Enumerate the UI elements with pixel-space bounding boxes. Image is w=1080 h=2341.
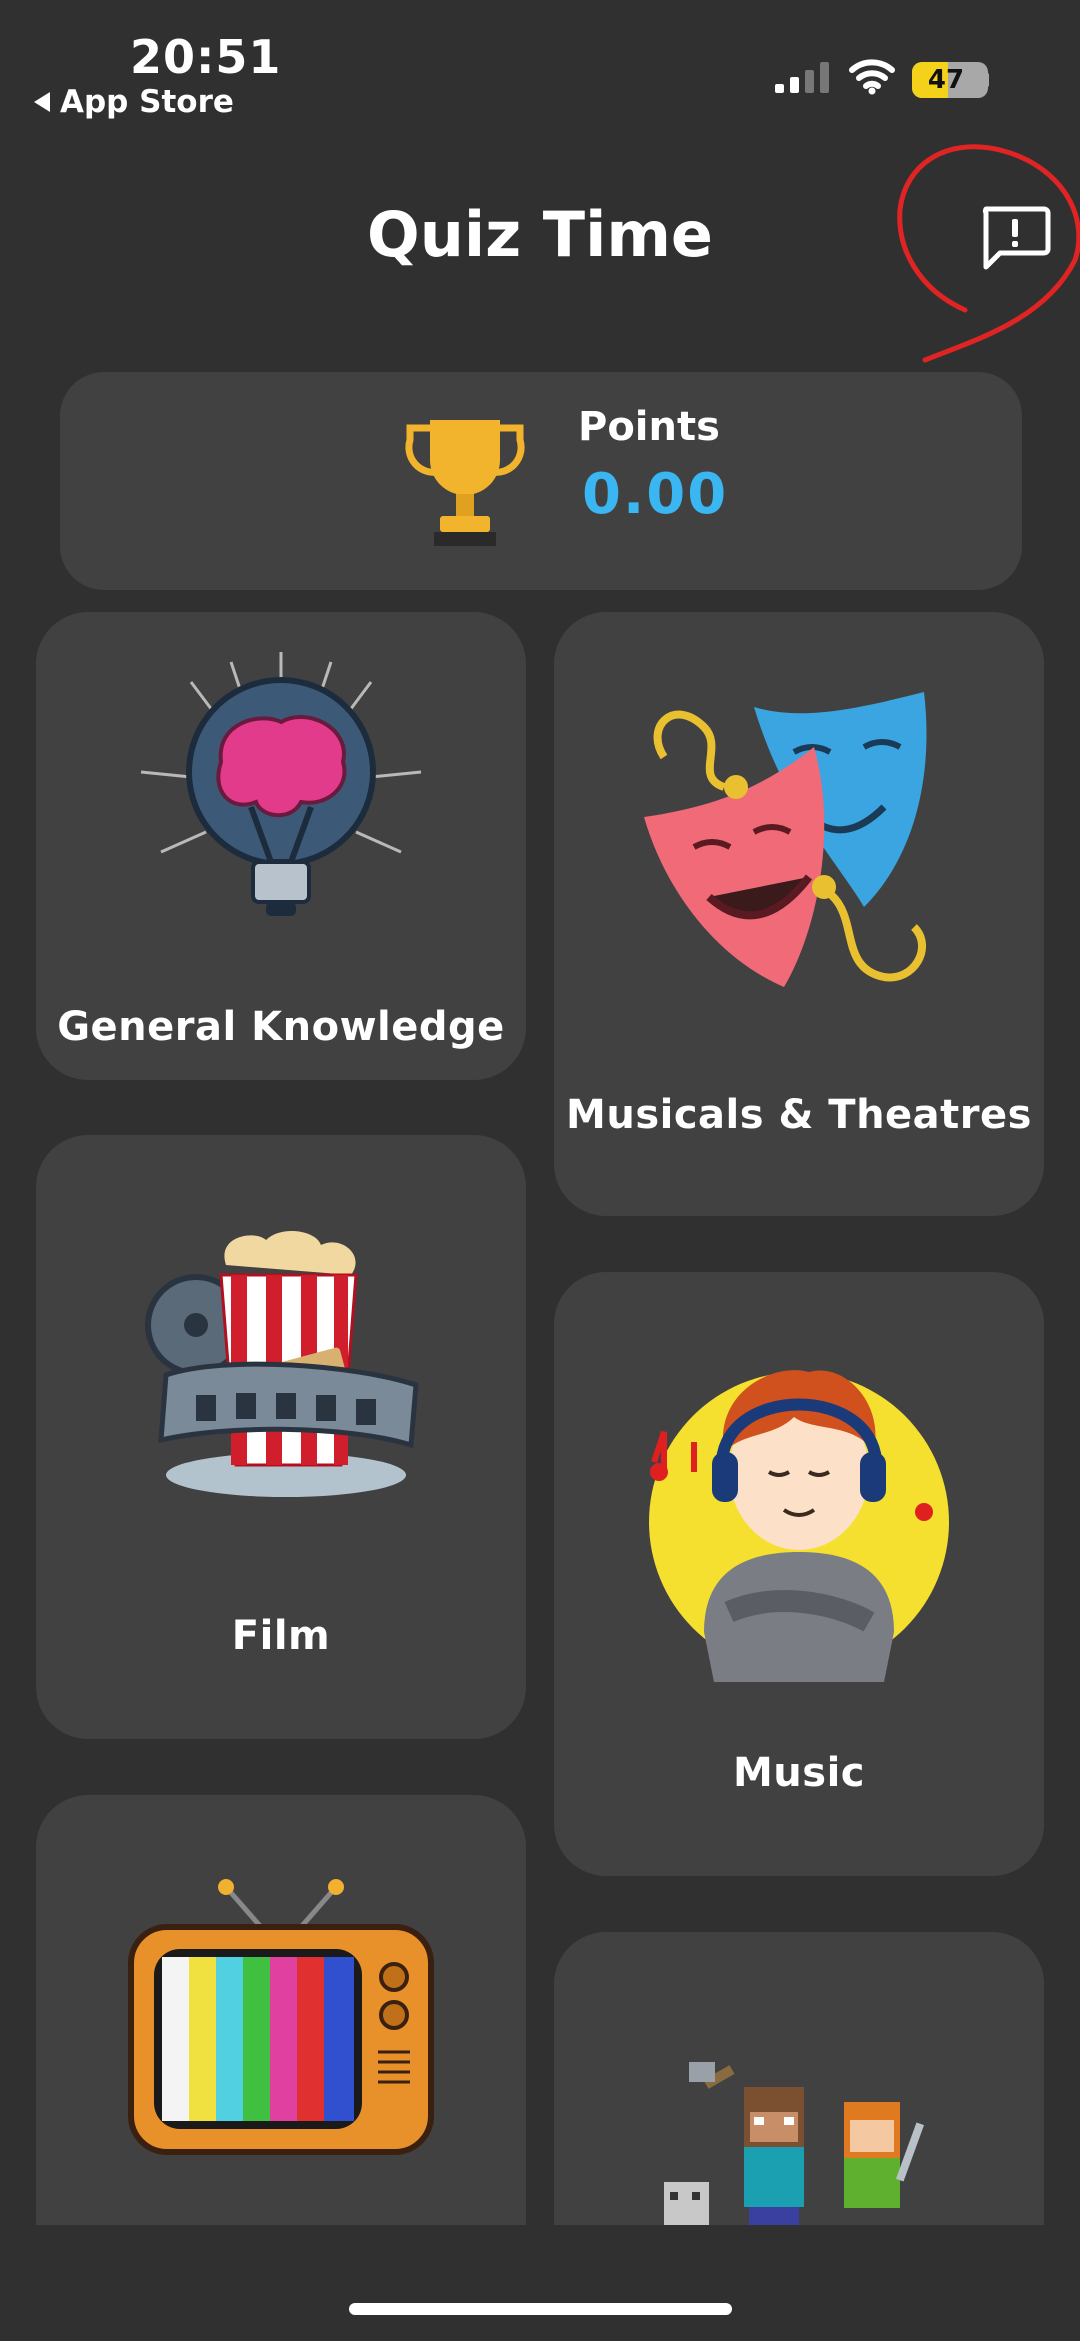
category-card-film[interactable]: Film xyxy=(36,1135,526,1739)
category-label: Musicals & Theatres xyxy=(566,1092,1032,1138)
retro-tv-icon xyxy=(128,1879,434,2155)
category-label: General Knowledge xyxy=(57,1004,505,1050)
home-indicator[interactable] xyxy=(349,2303,732,2315)
category-card-musicals-theatres[interactable]: Musicals & Theatres xyxy=(554,612,1044,1216)
report-feedback-button[interactable] xyxy=(978,205,1052,271)
back-to-app-store[interactable]: App Store xyxy=(34,84,234,120)
boy-headphones-icon xyxy=(649,1370,949,1682)
battery-percent: 47 xyxy=(927,65,965,95)
points-label: Points xyxy=(578,404,720,450)
quiz-home-screen: 20:51 App Store 47 Quiz Time Points 0.00… xyxy=(0,0,1080,2341)
category-card-tv[interactable] xyxy=(36,1795,526,2225)
minecraft-characters-icon xyxy=(664,2062,925,2225)
status-time: 20:51 xyxy=(130,30,282,84)
points-value: 0.00 xyxy=(582,462,729,527)
cellular-signal-icon xyxy=(775,62,829,93)
back-arrow-icon xyxy=(34,92,50,112)
brain-lightbulb-icon xyxy=(140,652,422,916)
wifi-icon xyxy=(849,59,895,95)
category-card-minecraft[interactable] xyxy=(554,1932,1044,2225)
page-title: Quiz Time xyxy=(367,198,713,271)
popcorn-film-reel-icon xyxy=(145,1230,419,1497)
category-card-general-knowledge[interactable]: General Knowledge xyxy=(36,612,526,1080)
battery-cap xyxy=(983,72,989,88)
category-label: Film xyxy=(231,1613,331,1659)
battery-indicator: 47 xyxy=(912,62,988,98)
category-card-music[interactable]: Music xyxy=(554,1272,1044,1876)
category-label: Music xyxy=(732,1750,865,1796)
theatre-masks-icon xyxy=(644,692,927,987)
back-label: App Store xyxy=(60,84,234,120)
trophy-icon xyxy=(405,420,525,546)
points-card xyxy=(60,372,1022,590)
